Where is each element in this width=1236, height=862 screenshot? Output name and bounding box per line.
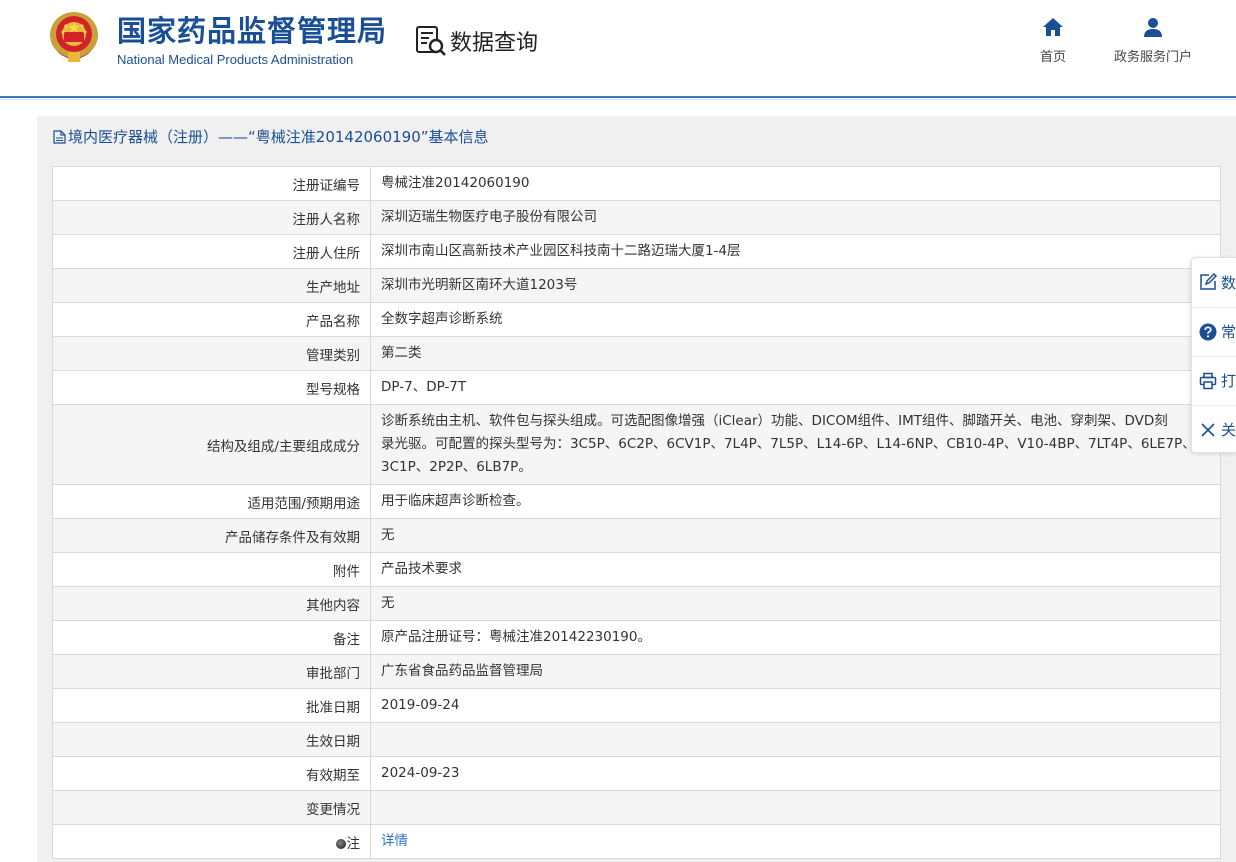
data-query-title: 数据查询 bbox=[414, 24, 538, 58]
table-row: 其他内容 无 bbox=[52, 586, 1221, 621]
data-query-label: 数据查询 bbox=[450, 31, 539, 56]
pin-icon bbox=[335, 838, 346, 849]
row-value: DP-7、DP-7T bbox=[370, 370, 1221, 405]
row-value: 2024-09-23 bbox=[370, 756, 1221, 791]
table-row: 附件 产品技术要求 bbox=[52, 552, 1221, 587]
toolbar-item-data[interactable]: 数 bbox=[1192, 258, 1236, 306]
page-title: 境内医疗器械（注册）——“粤械注准20142060190”基本信息 bbox=[53, 126, 489, 147]
data-search-icon bbox=[416, 26, 446, 56]
row-label: 有效期至 bbox=[52, 756, 371, 791]
row-value: 广东省食品药品监督管理局 bbox=[370, 654, 1221, 689]
row-label: 备注 bbox=[52, 620, 371, 655]
row-value: 产品技术要求 bbox=[370, 552, 1221, 587]
row-label: 产品储存条件及有效期 bbox=[52, 518, 371, 553]
registration-info-table: 注册证编号 粤械注准20142060190 注册人名称 深圳迈瑞生物医疗电子股份… bbox=[52, 166, 1221, 859]
row-label: 管理类别 bbox=[52, 336, 371, 371]
table-row: 生效日期 bbox=[52, 722, 1221, 757]
row-label: 适用范围/预期用途 bbox=[52, 484, 371, 519]
row-value-line: 诊断系统由主机、软件包与探头组成。可选配图像增强（iClear）功能、DICOM… bbox=[381, 413, 1168, 429]
row-value: 第二类 bbox=[370, 336, 1221, 371]
table-row: 注 详情 bbox=[52, 824, 1221, 859]
row-value: 诊断系统由主机、软件包与探头组成。可选配图像增强（iClear）功能、DICOM… bbox=[370, 404, 1221, 485]
row-label-text: 注 bbox=[346, 835, 361, 852]
row-value: 粤械注准20142060190 bbox=[370, 166, 1221, 201]
user-icon bbox=[1144, 18, 1162, 37]
row-label: 产品名称 bbox=[52, 302, 371, 337]
toolbar-item-label: 数 bbox=[1221, 273, 1236, 292]
table-row: 管理类别 第二类 bbox=[52, 336, 1221, 371]
table-row: 适用范围/预期用途 用于临床超声诊断检查。 bbox=[52, 484, 1221, 519]
row-value: 原产品注册证号：粤械注准20142230190。 bbox=[370, 620, 1221, 655]
table-row: 生产地址 深圳市光明新区南环大道1203号 bbox=[52, 268, 1221, 303]
table-row: 审批部门 广东省食品药品监督管理局 bbox=[52, 654, 1221, 689]
print-icon bbox=[1199, 372, 1217, 389]
table-row: 产品储存条件及有效期 无 bbox=[52, 518, 1221, 553]
row-value: 全数字超声诊断系统 bbox=[370, 302, 1221, 337]
row-value-line: 录光驱。可配置的探头型号为：3C5P、6C2P、6CV1P、7L4P、7L5P、… bbox=[381, 436, 1196, 452]
table-row: 注册证编号 粤械注准20142060190 bbox=[52, 166, 1221, 201]
row-value: 深圳市南山区高新技术产业园区科技南十二路迈瑞大厦1-4层 bbox=[370, 234, 1221, 269]
row-label: 型号规格 bbox=[52, 370, 371, 405]
page-title-text: 境内医疗器械（注册）——“粤械注准20142060190”基本信息 bbox=[68, 128, 489, 146]
row-value: 详情 bbox=[370, 824, 1221, 859]
agency-name-en: National Medical Products Administration bbox=[117, 52, 354, 67]
table-row: 注册人住所 深圳市南山区高新技术产业园区科技南十二路迈瑞大厦1-4层 bbox=[52, 234, 1221, 269]
row-label: 其他内容 bbox=[52, 586, 371, 621]
row-label: 注册人住所 bbox=[52, 234, 371, 269]
help-icon bbox=[1199, 323, 1217, 340]
document-icon bbox=[53, 129, 66, 144]
toolbar-item-label: 关 bbox=[1221, 421, 1236, 439]
row-value: 2019-09-24 bbox=[370, 688, 1221, 723]
details-link[interactable]: 详情 bbox=[381, 833, 408, 849]
row-label: 审批部门 bbox=[52, 654, 371, 689]
row-label: 注册证编号 bbox=[52, 166, 371, 201]
agency-name-cn: 国家药品监督管理局 bbox=[117, 14, 388, 48]
toolbar-item-label: 常 bbox=[1221, 323, 1236, 341]
table-row: 备注 原产品注册证号：粤械注准20142230190。 bbox=[52, 620, 1221, 655]
row-label: 生产地址 bbox=[52, 268, 371, 303]
row-label-note: 注 bbox=[52, 824, 371, 859]
floating-toolbar: 数 常 打 关 bbox=[1191, 257, 1236, 453]
row-value-line: 3C1P、2P2P、6LB7P。 bbox=[381, 459, 532, 475]
site-header: 国家药品监督管理局 National Medical Products Admi… bbox=[0, 0, 1236, 97]
nav-home[interactable]: 首页 bbox=[1030, 16, 1076, 65]
national-emblem-icon bbox=[50, 12, 98, 62]
table-row: 注册人名称 深圳迈瑞生物医疗电子股份有限公司 bbox=[52, 200, 1221, 235]
header-divider bbox=[0, 96, 1236, 98]
row-value bbox=[370, 790, 1221, 825]
row-value: 无 bbox=[370, 518, 1221, 553]
header-divider-shadow bbox=[0, 99, 1236, 100]
table-row: 批准日期 2019-09-24 bbox=[52, 688, 1221, 723]
row-label: 结构及组成/主要组成成分 bbox=[52, 404, 371, 485]
toolbar-item-print[interactable]: 打 bbox=[1192, 356, 1236, 404]
toolbar-item-faq[interactable]: 常 bbox=[1192, 307, 1236, 355]
row-label: 变更情况 bbox=[52, 790, 371, 825]
table-row: 变更情况 bbox=[52, 790, 1221, 825]
table-row: 产品名称 全数字超声诊断系统 bbox=[52, 302, 1221, 337]
row-value: 深圳市光明新区南环大道1203号 bbox=[370, 268, 1221, 303]
toolbar-item-label: 打 bbox=[1221, 372, 1236, 390]
row-label: 附件 bbox=[52, 552, 371, 587]
table-row: 结构及组成/主要组成成分 诊断系统由主机、软件包与探头组成。可选配图像增强（iC… bbox=[52, 404, 1221, 485]
table-row: 型号规格 DP-7、DP-7T bbox=[52, 370, 1221, 405]
toolbar-item-close[interactable]: 关 bbox=[1192, 405, 1236, 453]
row-label: 批准日期 bbox=[52, 688, 371, 723]
nav-service-portal[interactable]: 政务服务门户 bbox=[1100, 16, 1206, 65]
row-value: 无 bbox=[370, 586, 1221, 621]
agency-name: 国家药品监督管理局 National Medical Products Admi… bbox=[117, 13, 387, 69]
nav-service-portal-label: 政务服务门户 bbox=[1113, 50, 1192, 65]
home-icon bbox=[1043, 18, 1063, 36]
nav-home-label: 首页 bbox=[1039, 50, 1066, 65]
table-row: 有效期至 2024-09-23 bbox=[52, 756, 1221, 791]
row-value: 用于临床超声诊断检查。 bbox=[370, 484, 1221, 519]
row-label: 生效日期 bbox=[52, 722, 371, 757]
close-icon bbox=[1201, 422, 1215, 437]
row-value: 深圳迈瑞生物医疗电子股份有限公司 bbox=[370, 200, 1221, 235]
row-value bbox=[370, 722, 1221, 757]
row-label: 注册人名称 bbox=[52, 200, 371, 235]
edit-icon bbox=[1200, 273, 1217, 290]
